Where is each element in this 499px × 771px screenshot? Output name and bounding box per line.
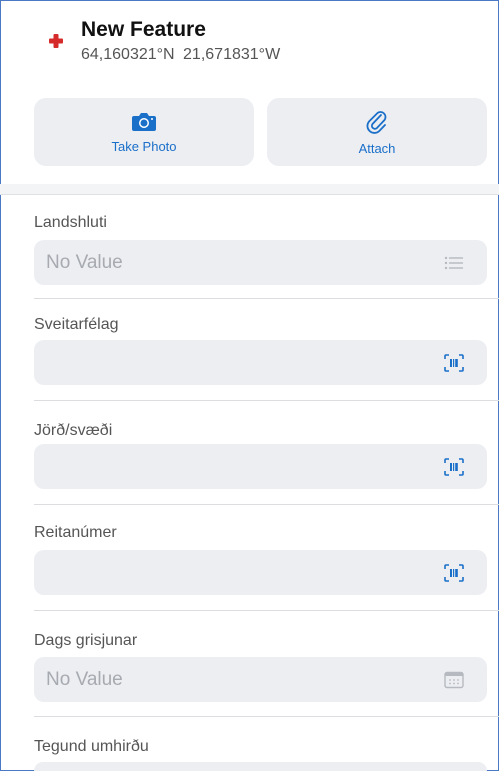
field-dags-grisjunar[interactable]: No Value <box>34 657 487 702</box>
barcode-scan-icon[interactable] <box>443 456 465 478</box>
field-reitanumer[interactable] <box>34 550 487 595</box>
field-separator <box>34 504 499 505</box>
field-label-jord-svaedi: Jörð/svæði <box>34 422 113 439</box>
feature-title: New Feature <box>81 18 206 41</box>
attach-button[interactable]: Attach <box>267 98 487 166</box>
field-label-tegund-umhirdu: Tegund umhirðu <box>34 738 149 755</box>
paperclip-icon <box>366 110 387 134</box>
field-label-landshluti: Landshluti <box>34 214 107 231</box>
field-separator <box>34 400 499 401</box>
feature-header: New Feature 64,160321°N 21,671831°W <box>0 0 497 82</box>
take-photo-label: Take Photo <box>111 138 177 154</box>
list-icon <box>443 252 465 274</box>
feature-coordinates: 64,160321°N 21,671831°W <box>81 46 281 63</box>
field-value-dags-grisjunar: No Value <box>46 668 123 690</box>
field-label-reitanumer: Reitanúmer <box>34 524 117 541</box>
field-label-dags-grisjunar: Dags grisjunar <box>34 632 138 649</box>
field-tegund-umhirdu[interactable] <box>34 762 487 771</box>
calendar-icon <box>443 669 465 691</box>
red-cross-icon <box>49 34 63 48</box>
attach-label: Attach <box>358 140 396 156</box>
field-separator <box>34 610 499 611</box>
camera-icon <box>132 112 156 131</box>
field-sveitarfelag[interactable] <box>34 340 487 385</box>
section-divider <box>0 184 499 195</box>
take-photo-button[interactable]: Take Photo <box>34 98 254 166</box>
barcode-scan-icon[interactable] <box>443 352 465 374</box>
field-landshluti[interactable]: No Value <box>34 240 487 285</box>
barcode-scan-icon[interactable] <box>443 562 465 584</box>
field-jord-svaedi[interactable] <box>34 444 487 489</box>
field-label-sveitarfelag: Sveitarfélag <box>34 316 119 333</box>
field-separator <box>34 716 499 717</box>
field-separator <box>34 298 499 299</box>
field-value-landshluti: No Value <box>46 251 123 273</box>
